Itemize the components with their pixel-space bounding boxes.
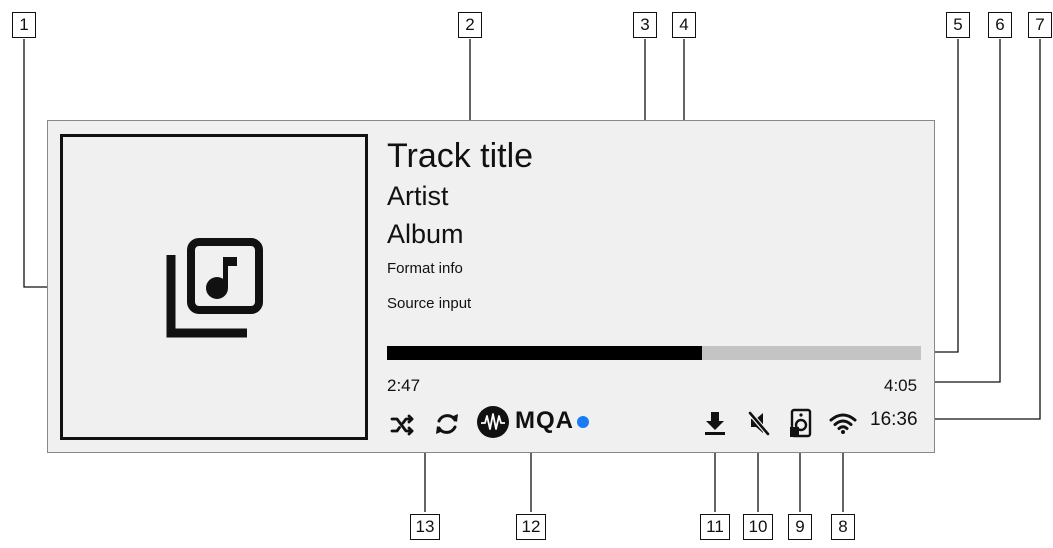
- repeat-icon[interactable]: [434, 411, 460, 437]
- elapsed-time: 2:47: [387, 376, 421, 395]
- mute-icon: [748, 411, 770, 436]
- callout-4: 4: [672, 12, 696, 38]
- music-note-album-icon: [166, 238, 263, 338]
- callout-11: 11: [700, 514, 730, 540]
- speaker-icon: [790, 408, 812, 438]
- callout-12: 12: [516, 514, 546, 540]
- callout-7: 7: [1028, 12, 1052, 38]
- artist-name: Artist: [387, 181, 449, 211]
- callout-10: 10: [743, 514, 773, 540]
- progress-bar-fill: [387, 346, 703, 360]
- callout-6: 6: [988, 12, 1012, 38]
- progress-bar[interactable]: [387, 346, 921, 360]
- source-input: Source input: [387, 295, 472, 312]
- leader-line-6: [926, 39, 1001, 383]
- album-art: [60, 134, 368, 440]
- leader-line-7: [926, 39, 1041, 420]
- callout-3: 3: [633, 12, 657, 38]
- track-title: Track title: [387, 137, 534, 175]
- callout-2: 2: [458, 12, 482, 38]
- download-icon: [705, 412, 725, 435]
- callout-8: 8: [831, 514, 855, 540]
- clock: 16:36: [870, 409, 918, 430]
- callout-1: 1: [12, 12, 36, 38]
- format-info: Format info: [387, 260, 463, 277]
- callout-13: 13: [410, 514, 440, 540]
- mqa-logo-icon: [477, 406, 509, 438]
- mqa-status-dot: [577, 416, 589, 428]
- mqa-label: MQA: [515, 407, 574, 434]
- track-duration: 4:05: [884, 376, 918, 395]
- shuffle-icon[interactable]: [390, 414, 416, 436]
- callout-9: 9: [788, 514, 812, 540]
- callout-5: 5: [946, 12, 970, 38]
- album-name: Album: [387, 219, 464, 249]
- wifi-icon: [829, 413, 857, 434]
